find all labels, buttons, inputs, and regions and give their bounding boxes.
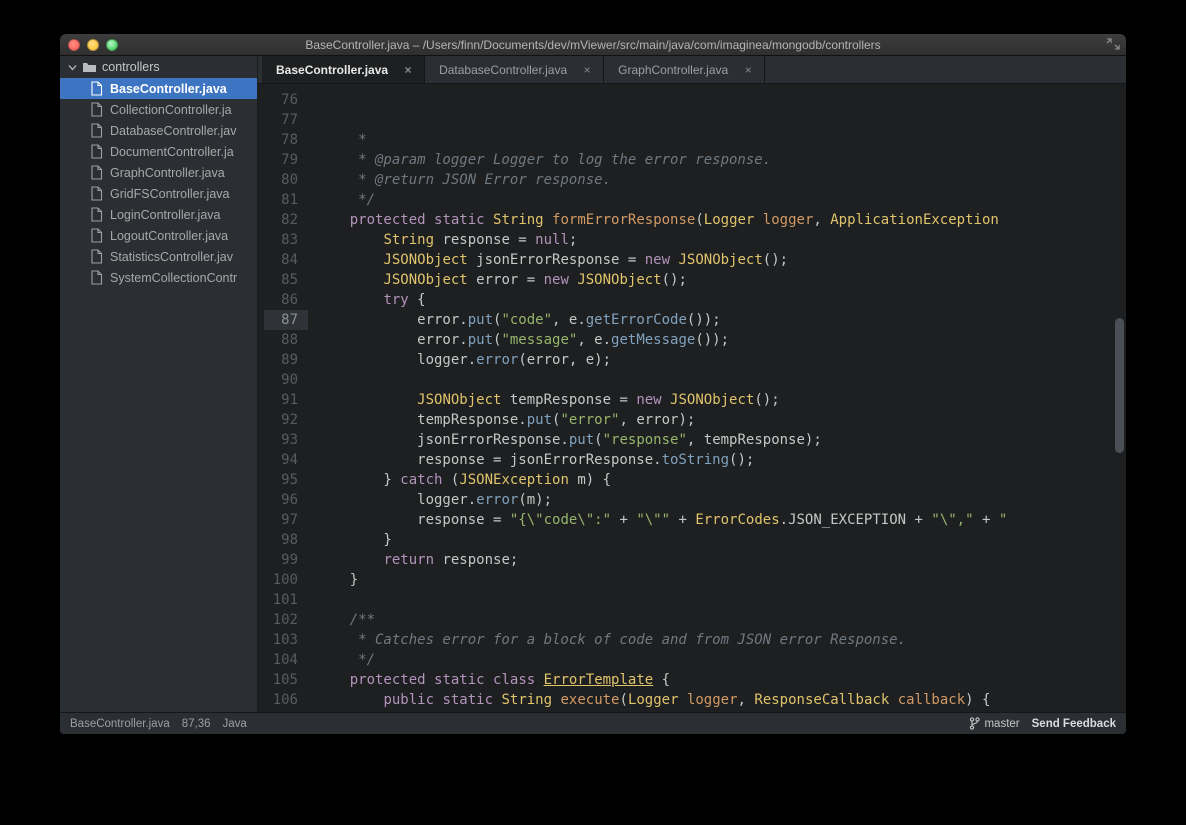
code-line[interactable]: tempResponse.put("error", error); <box>316 410 1126 430</box>
code-line[interactable]: } catch (JSONException m) { <box>316 470 1126 490</box>
minimize-icon[interactable] <box>87 39 99 51</box>
sidebar-item[interactable]: LogoutController.java <box>60 225 257 246</box>
sidebar-item[interactable]: GridFSController.java <box>60 183 257 204</box>
sidebar-item[interactable]: BaseController.java <box>60 78 257 99</box>
editor-tab[interactable]: BaseController.java × <box>262 56 425 83</box>
code-line[interactable] <box>316 590 1126 610</box>
sidebar-item-label: LoginController.java <box>110 208 221 222</box>
code-line[interactable]: String response = null; <box>316 230 1126 250</box>
sidebar-item-label: SystemCollectionContr <box>110 271 237 285</box>
status-filename[interactable]: BaseController.java <box>70 718 170 730</box>
tab-label: DatabaseController.java <box>439 63 567 77</box>
close-icon[interactable]: × <box>581 63 593 77</box>
sidebar-item-label: DatabaseController.jav <box>110 124 236 138</box>
code-line[interactable]: error.put("message", e.getMessage()); <box>316 330 1126 350</box>
branch-icon <box>969 717 980 730</box>
close-icon[interactable]: × <box>402 63 414 77</box>
editor-area: BaseController.java×DatabaseController.j… <box>258 56 1126 712</box>
code-line[interactable]: jsonErrorResponse.put("response", tempRe… <box>316 430 1126 450</box>
folder-icon <box>82 61 97 73</box>
chevron-down-icon[interactable] <box>68 63 77 72</box>
sidebar-root-label: controllers <box>102 60 160 74</box>
sidebar-item-label: GridFSController.java <box>110 187 230 201</box>
code-line[interactable]: */ <box>316 190 1126 210</box>
sidebar-item-label: StatisticsController.jav <box>110 250 233 264</box>
gutter: 7677787980818283848586878889909192939495… <box>258 84 308 712</box>
scrollbar-thumb[interactable] <box>1115 318 1124 454</box>
sidebar-root[interactable]: controllers <box>60 56 257 78</box>
sidebar-item[interactable]: StatisticsController.jav <box>60 246 257 267</box>
sidebar-item-label: DocumentController.ja <box>110 145 234 159</box>
sidebar-item-label: CollectionController.ja <box>110 103 232 117</box>
code-line[interactable]: JSONObject jsonErrorResponse = new JSONO… <box>316 250 1126 270</box>
zoom-icon[interactable] <box>106 39 118 51</box>
file-icon <box>90 186 103 201</box>
statusbar: BaseController.java 87,36 Java master Se… <box>60 712 1126 734</box>
file-icon <box>90 270 103 285</box>
code-line[interactable] <box>316 370 1126 390</box>
code-line[interactable]: public static String execute(Logger logg… <box>316 690 1126 710</box>
sidebar: controllers BaseController.java Collectio… <box>60 56 258 712</box>
sidebar-item[interactable]: DocumentController.ja <box>60 141 257 162</box>
editor-tab[interactable]: DatabaseController.java × <box>425 56 604 83</box>
fullscreen-icon[interactable] <box>1106 38 1120 50</box>
sidebar-item-label: BaseController.java <box>110 82 227 96</box>
branch-name: master <box>984 718 1019 730</box>
code-line[interactable]: JSONObject tempResponse = new JSONObject… <box>316 390 1126 410</box>
code-line[interactable]: * @param logger Logger to log the error … <box>316 150 1126 170</box>
code-line[interactable]: try { <box>316 290 1126 310</box>
editor[interactable]: 7677787980818283848586878889909192939495… <box>258 84 1126 712</box>
file-icon <box>90 207 103 222</box>
sidebar-item[interactable]: DatabaseController.jav <box>60 120 257 141</box>
code-line[interactable]: logger.error(error, e); <box>316 350 1126 370</box>
send-feedback-link[interactable]: Send Feedback <box>1032 718 1116 730</box>
tab-label: BaseController.java <box>276 63 388 77</box>
code-line[interactable]: * Catches error for a block of code and … <box>316 630 1126 650</box>
code-line[interactable]: } <box>316 530 1126 550</box>
code-view[interactable]: * * @param logger Logger to log the erro… <box>308 84 1126 712</box>
titlebar[interactable]: BaseController.java – /Users/finn/Docume… <box>60 34 1126 56</box>
editor-tab[interactable]: GraphController.java × <box>604 56 765 83</box>
file-icon <box>90 165 103 180</box>
file-icon <box>90 228 103 243</box>
code-line[interactable]: * <box>316 130 1126 150</box>
git-branch[interactable]: master <box>969 717 1019 730</box>
close-icon[interactable]: × <box>742 63 754 77</box>
file-icon <box>90 249 103 264</box>
sidebar-item-label: LogoutController.java <box>110 229 228 243</box>
vertical-scrollbar[interactable] <box>1115 90 1124 706</box>
status-language[interactable]: Java <box>223 718 247 730</box>
code-line[interactable]: } <box>316 570 1126 590</box>
code-line[interactable]: protected static class ErrorTemplate { <box>316 670 1126 690</box>
sidebar-item[interactable]: GraphController.java <box>60 162 257 183</box>
file-icon <box>90 81 103 96</box>
file-icon <box>90 144 103 159</box>
file-icon <box>90 102 103 117</box>
code-line[interactable]: * @return JSON Error response. <box>316 170 1126 190</box>
code-line[interactable]: return response; <box>316 550 1126 570</box>
sidebar-item-label: GraphController.java <box>110 166 225 180</box>
code-line[interactable]: /** <box>316 610 1126 630</box>
code-line[interactable]: JSONObject error = new JSONObject(); <box>316 270 1126 290</box>
status-position[interactable]: 87,36 <box>182 718 211 730</box>
tabbar: BaseController.java×DatabaseController.j… <box>258 56 1126 84</box>
tab-label: GraphController.java <box>618 63 728 77</box>
code-line[interactable]: logger.error(m); <box>316 490 1126 510</box>
sidebar-item[interactable]: LoginController.java <box>60 204 257 225</box>
code-line[interactable]: return execute(logger, callback, true); <box>316 710 1126 712</box>
close-icon[interactable] <box>68 39 80 51</box>
code-line[interactable]: response = jsonErrorResponse.toString(); <box>316 450 1126 470</box>
code-line[interactable]: response = "{\"code\":" + "\"" + ErrorCo… <box>316 510 1126 530</box>
code-line[interactable]: */ <box>316 650 1126 670</box>
app-window: BaseController.java – /Users/finn/Docume… <box>60 34 1126 734</box>
sidebar-item[interactable]: SystemCollectionContr <box>60 267 257 288</box>
traffic-lights <box>60 39 118 51</box>
code-line[interactable]: error.put("code", e.getErrorCode()); <box>316 310 1126 330</box>
window-body: controllers BaseController.java Collectio… <box>60 56 1126 712</box>
code-line[interactable]: protected static String formErrorRespons… <box>316 210 1126 230</box>
window-title: BaseController.java – /Users/finn/Docume… <box>60 34 1126 56</box>
sidebar-item[interactable]: CollectionController.ja <box>60 99 257 120</box>
file-icon <box>90 123 103 138</box>
